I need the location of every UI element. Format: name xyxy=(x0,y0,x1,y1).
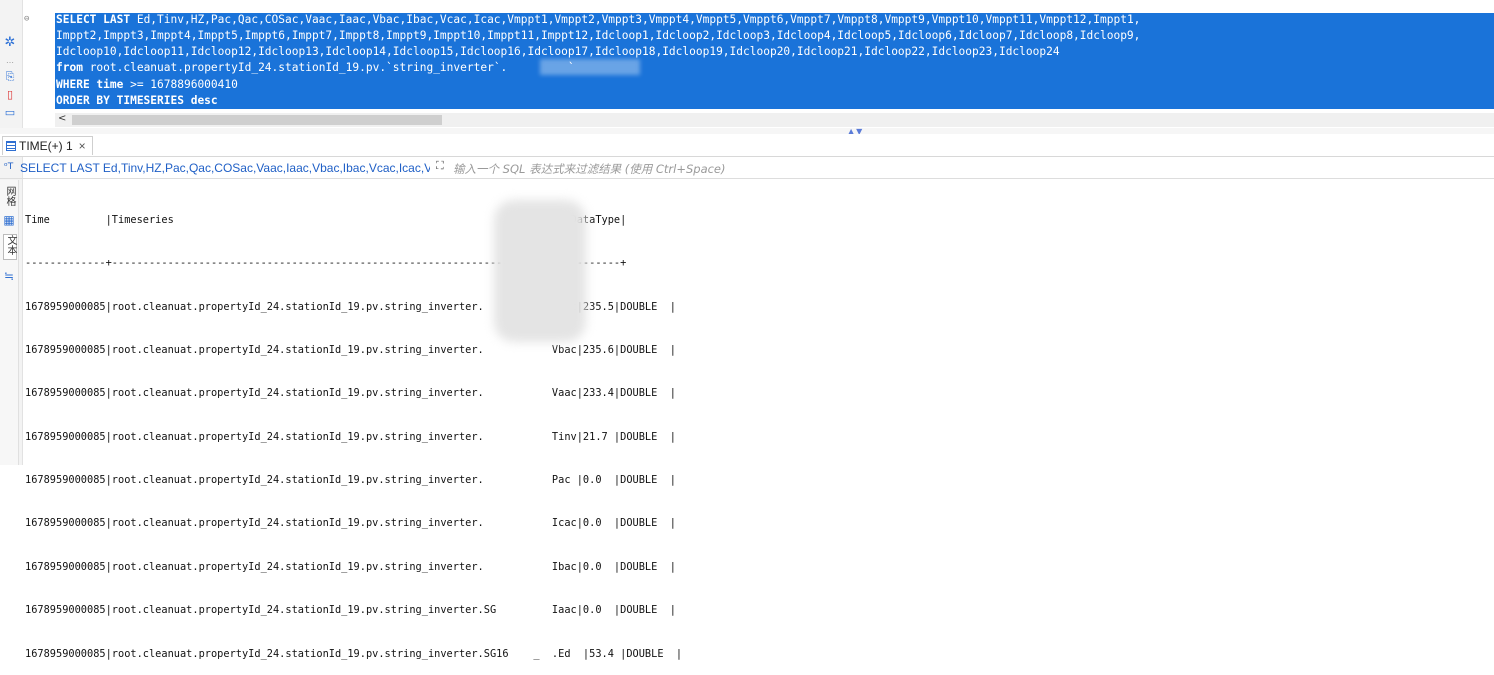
scroll-left-arrow-icon[interactable]: < xyxy=(58,113,66,124)
results-tab-bar: TIME(+) 1 × xyxy=(0,134,1494,157)
result-filter-bar: ᵒT SELECT LAST Ed,Tinv,HZ,Pac,Qac,COSac,… xyxy=(0,158,1494,179)
sql-line-2: Imppt2,Imppt3,Imppt4,Imppt5,Imppt6,Imppt… xyxy=(56,29,1141,42)
redacted-region xyxy=(540,59,640,75)
grid-icon[interactable]: ▦ xyxy=(3,214,15,226)
table-icon xyxy=(6,141,16,151)
result-line: 1678959000085|root.cleanuat.propertyId_2… xyxy=(25,474,676,487)
result-line: 1678959000085|root.cleanuat.propertyId_2… xyxy=(25,647,683,660)
scrollbar-thumb[interactable] xyxy=(72,115,442,125)
export-file-icon[interactable]: ⎘ xyxy=(3,70,17,84)
text-icon[interactable]: ≒ xyxy=(3,270,15,282)
filter-query-text: SELECT LAST Ed,Tinv,HZ,Pac,Qac,COSac,Vaa… xyxy=(20,161,430,175)
sql-line-1: SELECT LAST Ed,Tinv,HZ,Pac,Qac,COSac,Vaa… xyxy=(56,13,1141,26)
text-view-label: 文本 xyxy=(5,235,16,255)
file-sql-icon[interactable]: ▭ xyxy=(3,106,17,120)
filter-input[interactable]: 输入一个 SQL 表达式来过滤结果 (使用 Ctrl+Space) xyxy=(453,161,726,177)
grid-view-tab[interactable]: 网格 xyxy=(3,186,15,210)
result-line: 1678959000085|root.cleanuat.propertyId_2… xyxy=(25,517,676,530)
result-line: 1678959000085|root.cleanuat.propertyId_2… xyxy=(25,343,676,356)
result-line: 1678959000085|root.cleanuat.propertyId_2… xyxy=(25,560,676,573)
sql-line-6: ORDER BY TIMESERIES desc xyxy=(56,94,218,107)
result-line: 1678959000085|root.cleanuat.propertyId_2… xyxy=(25,387,676,400)
settings-gear-icon[interactable]: ✲ xyxy=(3,36,17,50)
sql-filter-icon: ᵒT xyxy=(4,162,14,172)
result-line: 1678959000085|root.cleanuat.propertyId_2… xyxy=(25,430,676,443)
grid-view-label: 网格 xyxy=(4,186,15,206)
text-view-tab[interactable]: 文本 xyxy=(3,234,17,260)
tab-label: TIME(+) 1 xyxy=(19,139,73,153)
tab-results[interactable]: TIME(+) 1 × xyxy=(2,136,93,155)
sql-line-5: WHERE time >= 1678896000410 xyxy=(56,78,238,91)
expand-icon[interactable]: ⛶ xyxy=(436,159,444,173)
redacted-region xyxy=(494,200,586,342)
more-dots-icon: … xyxy=(6,56,14,65)
file-error-icon[interactable]: ▯ xyxy=(3,88,17,102)
sql-line-3: Idcloop10,Idcloop11,Idcloop12,Idcloop13,… xyxy=(56,45,1060,58)
result-line: 1678959000085|root.cleanuat.propertyId_2… xyxy=(25,604,676,617)
close-tab-icon[interactable]: × xyxy=(79,139,86,153)
result-view-switcher: 网格 ▦ 文本 ≒ xyxy=(0,180,19,465)
sql-line-4: from root.cleanuat.propertyId_24.station… xyxy=(56,61,575,74)
fold-toggle-icon[interactable]: ⊖ xyxy=(24,14,29,24)
